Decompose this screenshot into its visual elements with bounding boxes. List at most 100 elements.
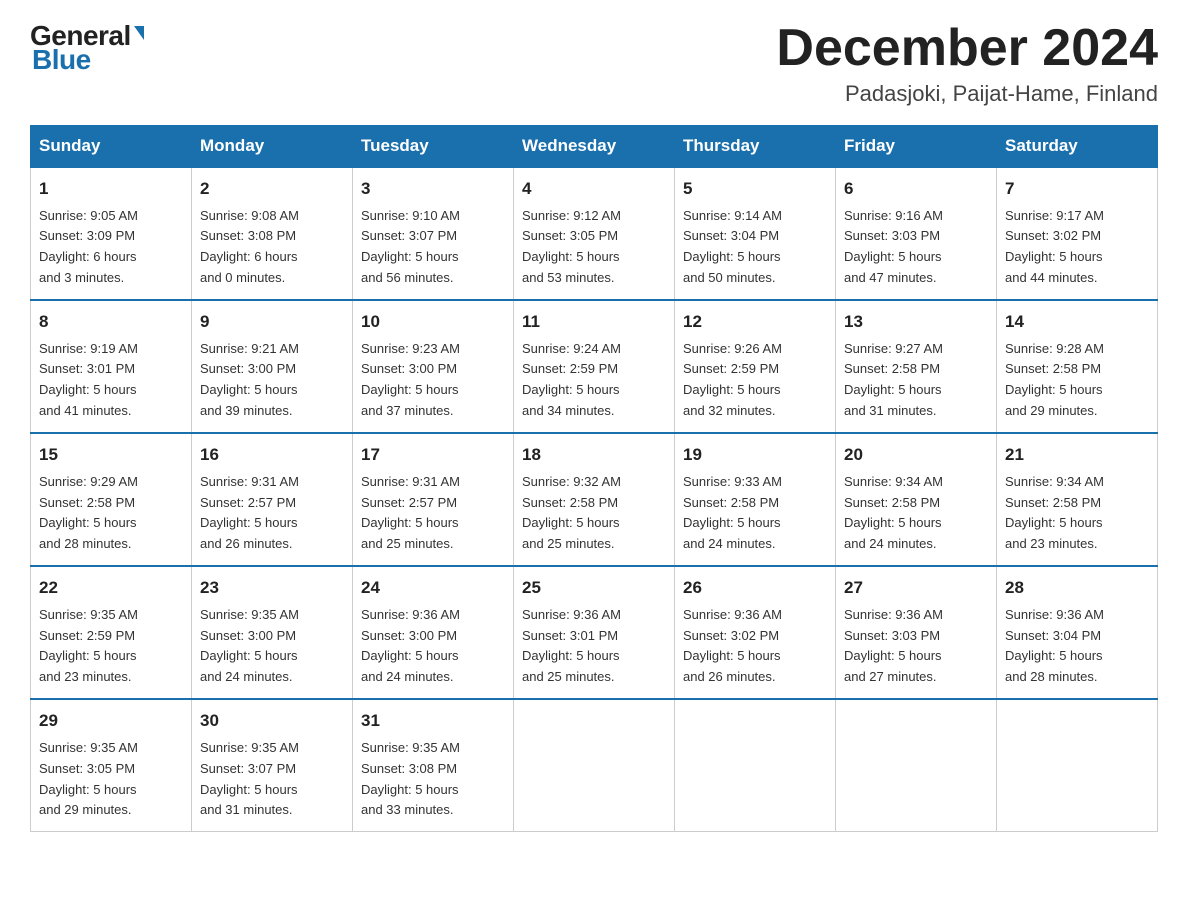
day-cell: 15 Sunrise: 9:29 AM Sunset: 2:58 PM Dayli…: [31, 433, 192, 566]
day-info: Sunrise: 9:21 AM Sunset: 3:00 PM Dayligh…: [200, 341, 299, 419]
day-info: Sunrise: 9:36 AM Sunset: 3:03 PM Dayligh…: [844, 607, 943, 685]
day-number: 11: [522, 309, 666, 335]
day-number: 27: [844, 575, 988, 601]
day-info: Sunrise: 9:05 AM Sunset: 3:09 PM Dayligh…: [39, 208, 138, 286]
location-title: Padasjoki, Paijat-Hame, Finland: [776, 81, 1158, 107]
day-cell: 26Sunrise: 9:36 AM Sunset: 3:02 PM Dayli…: [675, 566, 836, 699]
day-number: 15: [39, 442, 183, 468]
day-number: 1: [39, 176, 183, 202]
day-cell: 29 Sunrise: 9:35 AM Sunset: 3:05 PM Dayli…: [31, 699, 192, 832]
day-info: Sunrise: 9:36 AM Sunset: 3:04 PM Dayligh…: [1005, 607, 1104, 685]
day-number: 20: [844, 442, 988, 468]
day-number: 9: [200, 309, 344, 335]
day-cell: 28 Sunrise: 9:36 AM Sunset: 3:04 PM Dayli…: [997, 566, 1158, 699]
calendar-body: 1 Sunrise: 9:05 AM Sunset: 3:09 PM Daylig…: [31, 167, 1158, 832]
day-info: Sunrise: 9:35 AM Sunset: 2:59 PM Dayligh…: [39, 607, 138, 685]
day-info: Sunrise: 9:35 AM Sunset: 3:07 PM Dayligh…: [200, 740, 299, 818]
day-cell: 2 Sunrise: 9:08 AM Sunset: 3:08 PM Daylig…: [192, 167, 353, 300]
week-row-5: 29 Sunrise: 9:35 AM Sunset: 3:05 PM Dayli…: [31, 699, 1158, 832]
day-info: Sunrise: 9:31 AM Sunset: 2:57 PM Dayligh…: [361, 474, 460, 552]
day-number: 4: [522, 176, 666, 202]
day-info: Sunrise: 9:08 AM Sunset: 3:08 PM Dayligh…: [200, 208, 299, 286]
day-cell: 17 Sunrise: 9:31 AM Sunset: 2:57 PM Dayli…: [353, 433, 514, 566]
day-cell: 6Sunrise: 9:16 AM Sunset: 3:03 PM Daylig…: [836, 167, 997, 300]
day-number: 12: [683, 309, 827, 335]
day-cell: 1 Sunrise: 9:05 AM Sunset: 3:09 PM Daylig…: [31, 167, 192, 300]
header-thursday: Thursday: [675, 126, 836, 168]
day-number: 31: [361, 708, 505, 734]
day-info: Sunrise: 9:12 AM Sunset: 3:05 PM Dayligh…: [522, 208, 621, 286]
day-info: Sunrise: 9:14 AM Sunset: 3:04 PM Dayligh…: [683, 208, 782, 286]
day-info: Sunrise: 9:16 AM Sunset: 3:03 PM Dayligh…: [844, 208, 943, 286]
day-number: 21: [1005, 442, 1149, 468]
day-info: Sunrise: 9:34 AM Sunset: 2:58 PM Dayligh…: [844, 474, 943, 552]
day-number: 23: [200, 575, 344, 601]
day-info: Sunrise: 9:19 AM Sunset: 3:01 PM Dayligh…: [39, 341, 138, 419]
logo-blue-text: Blue: [30, 44, 91, 76]
header-row: SundayMondayTuesdayWednesdayThursdayFrid…: [31, 126, 1158, 168]
day-number: 19: [683, 442, 827, 468]
day-cell: [836, 699, 997, 832]
day-info: Sunrise: 9:24 AM Sunset: 2:59 PM Dayligh…: [522, 341, 621, 419]
header-saturday: Saturday: [997, 126, 1158, 168]
day-info: Sunrise: 9:27 AM Sunset: 2:58 PM Dayligh…: [844, 341, 943, 419]
header-tuesday: Tuesday: [353, 126, 514, 168]
day-cell: 20 Sunrise: 9:34 AM Sunset: 2:58 PM Dayli…: [836, 433, 997, 566]
day-cell: 13Sunrise: 9:27 AM Sunset: 2:58 PM Dayli…: [836, 300, 997, 433]
day-number: 25: [522, 575, 666, 601]
day-cell: [675, 699, 836, 832]
day-cell: 7 Sunrise: 9:17 AM Sunset: 3:02 PM Daylig…: [997, 167, 1158, 300]
day-number: 10: [361, 309, 505, 335]
day-cell: 8 Sunrise: 9:19 AM Sunset: 3:01 PM Daylig…: [31, 300, 192, 433]
month-title: December 2024: [776, 20, 1158, 77]
day-cell: 24Sunrise: 9:36 AM Sunset: 3:00 PM Dayli…: [353, 566, 514, 699]
day-cell: [997, 699, 1158, 832]
header: General Blue December 2024 Padasjoki, Pa…: [30, 20, 1158, 107]
day-info: Sunrise: 9:26 AM Sunset: 2:59 PM Dayligh…: [683, 341, 782, 419]
calendar-table: SundayMondayTuesdayWednesdayThursdayFrid…: [30, 125, 1158, 832]
day-info: Sunrise: 9:36 AM Sunset: 3:02 PM Dayligh…: [683, 607, 782, 685]
day-info: Sunrise: 9:35 AM Sunset: 3:05 PM Dayligh…: [39, 740, 138, 818]
day-info: Sunrise: 9:31 AM Sunset: 2:57 PM Dayligh…: [200, 474, 299, 552]
day-number: 22: [39, 575, 183, 601]
day-cell: 3 Sunrise: 9:10 AM Sunset: 3:07 PM Daylig…: [353, 167, 514, 300]
day-info: Sunrise: 9:32 AM Sunset: 2:58 PM Dayligh…: [522, 474, 621, 552]
day-info: Sunrise: 9:35 AM Sunset: 3:08 PM Dayligh…: [361, 740, 460, 818]
day-info: Sunrise: 9:17 AM Sunset: 3:02 PM Dayligh…: [1005, 208, 1104, 286]
day-number: 17: [361, 442, 505, 468]
day-cell: [514, 699, 675, 832]
day-cell: 19 Sunrise: 9:33 AM Sunset: 2:58 PM Dayli…: [675, 433, 836, 566]
day-info: Sunrise: 9:36 AM Sunset: 3:00 PM Dayligh…: [361, 607, 460, 685]
day-cell: 27 Sunrise: 9:36 AM Sunset: 3:03 PM Dayli…: [836, 566, 997, 699]
week-row-4: 22 Sunrise: 9:35 AM Sunset: 2:59 PM Dayli…: [31, 566, 1158, 699]
week-row-1: 1 Sunrise: 9:05 AM Sunset: 3:09 PM Daylig…: [31, 167, 1158, 300]
day-number: 2: [200, 176, 344, 202]
day-number: 28: [1005, 575, 1149, 601]
logo-triangle-icon: [134, 26, 144, 40]
day-cell: 11 Sunrise: 9:24 AM Sunset: 2:59 PM Dayli…: [514, 300, 675, 433]
day-info: Sunrise: 9:10 AM Sunset: 3:07 PM Dayligh…: [361, 208, 460, 286]
day-number: 14: [1005, 309, 1149, 335]
day-cell: 5Sunrise: 9:14 AM Sunset: 3:04 PM Daylig…: [675, 167, 836, 300]
day-cell: 9 Sunrise: 9:21 AM Sunset: 3:00 PM Daylig…: [192, 300, 353, 433]
calendar-header: SundayMondayTuesdayWednesdayThursdayFrid…: [31, 126, 1158, 168]
day-cell: 12 Sunrise: 9:26 AM Sunset: 2:59 PM Dayli…: [675, 300, 836, 433]
week-row-2: 8 Sunrise: 9:19 AM Sunset: 3:01 PM Daylig…: [31, 300, 1158, 433]
day-info: Sunrise: 9:33 AM Sunset: 2:58 PM Dayligh…: [683, 474, 782, 552]
day-info: Sunrise: 9:29 AM Sunset: 2:58 PM Dayligh…: [39, 474, 138, 552]
day-number: 16: [200, 442, 344, 468]
day-info: Sunrise: 9:34 AM Sunset: 2:58 PM Dayligh…: [1005, 474, 1104, 552]
day-cell: 31 Sunrise: 9:35 AM Sunset: 3:08 PM Dayli…: [353, 699, 514, 832]
day-cell: 4 Sunrise: 9:12 AM Sunset: 3:05 PM Daylig…: [514, 167, 675, 300]
day-number: 7: [1005, 176, 1149, 202]
day-cell: 18Sunrise: 9:32 AM Sunset: 2:58 PM Dayli…: [514, 433, 675, 566]
day-cell: 25 Sunrise: 9:36 AM Sunset: 3:01 PM Dayli…: [514, 566, 675, 699]
day-number: 29: [39, 708, 183, 734]
day-info: Sunrise: 9:35 AM Sunset: 3:00 PM Dayligh…: [200, 607, 299, 685]
day-cell: 22 Sunrise: 9:35 AM Sunset: 2:59 PM Dayli…: [31, 566, 192, 699]
day-info: Sunrise: 9:23 AM Sunset: 3:00 PM Dayligh…: [361, 341, 460, 419]
header-friday: Friday: [836, 126, 997, 168]
day-info: Sunrise: 9:36 AM Sunset: 3:01 PM Dayligh…: [522, 607, 621, 685]
day-number: 3: [361, 176, 505, 202]
day-number: 8: [39, 309, 183, 335]
